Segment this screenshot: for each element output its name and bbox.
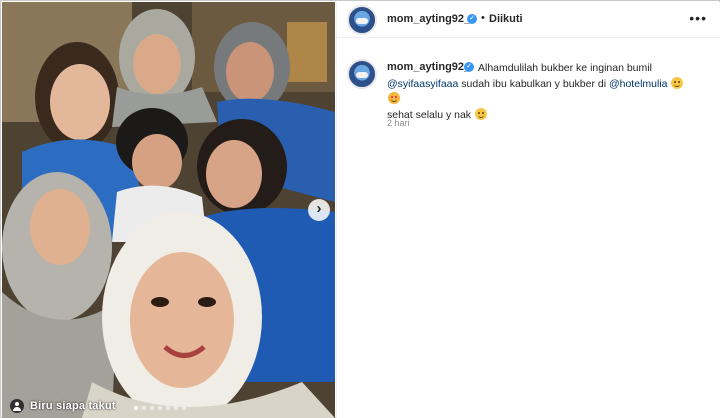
caption-author-username[interactable]: mom_ayting92_ xyxy=(387,61,470,73)
verified-badge-icon: ✓ xyxy=(467,14,477,24)
smiling-face-with-hearts-icon xyxy=(388,92,400,104)
mention-link[interactable]: @syifaasyifaaa xyxy=(387,78,458,90)
caption-author-avatar[interactable] xyxy=(347,59,377,89)
overlay-text: Biru siapa takut xyxy=(30,400,116,412)
carousel-dot xyxy=(166,406,170,410)
caption-body-1: Alhamdulilah bukber ke inginan bumil xyxy=(478,62,652,74)
mention-link[interactable]: @hotelmulia xyxy=(609,78,668,90)
separator-dot: • xyxy=(481,12,485,24)
post-header: mom_ayting92_ ✓ • Diikuti ••• xyxy=(337,2,720,38)
more-options-icon[interactable]: ••• xyxy=(689,11,707,25)
following-button[interactable]: Diikuti xyxy=(489,13,523,25)
photo-overlay: Biru siapa takut xyxy=(10,399,116,413)
verified-badge-icon: ✓ xyxy=(464,62,474,72)
post-timestamp: 2 hari xyxy=(387,118,410,128)
group-selfie-image xyxy=(2,2,335,418)
smiling-face-with-hand-icon xyxy=(474,107,487,120)
carousel-dot xyxy=(134,406,138,410)
chevron-right-icon: › xyxy=(316,200,322,217)
post-photo[interactable]: › Biru siapa takut xyxy=(2,2,335,418)
carousel-dot xyxy=(182,406,186,410)
carousel-dot xyxy=(150,406,154,410)
post-window: › Biru siapa takut mom_ayting92_ ✓ • Dii… xyxy=(0,0,720,418)
carousel-indicator xyxy=(134,406,186,410)
caption-body-2: sudah ibu kabulkan y bukber di xyxy=(461,77,607,90)
carousel-dot xyxy=(174,406,178,410)
author-avatar[interactable] xyxy=(347,5,377,35)
carousel-dot xyxy=(158,406,162,410)
carousel-next-button[interactable]: › xyxy=(308,199,330,221)
author-username[interactable]: mom_ayting92_ xyxy=(387,13,470,25)
user-tag-icon[interactable] xyxy=(10,399,24,413)
carousel-dot xyxy=(142,406,146,410)
smiling-face-with-hand-icon xyxy=(671,76,684,89)
post-details-panel: mom_ayting92_ ✓ • Diikuti ••• Alhamdulil… xyxy=(336,2,720,418)
